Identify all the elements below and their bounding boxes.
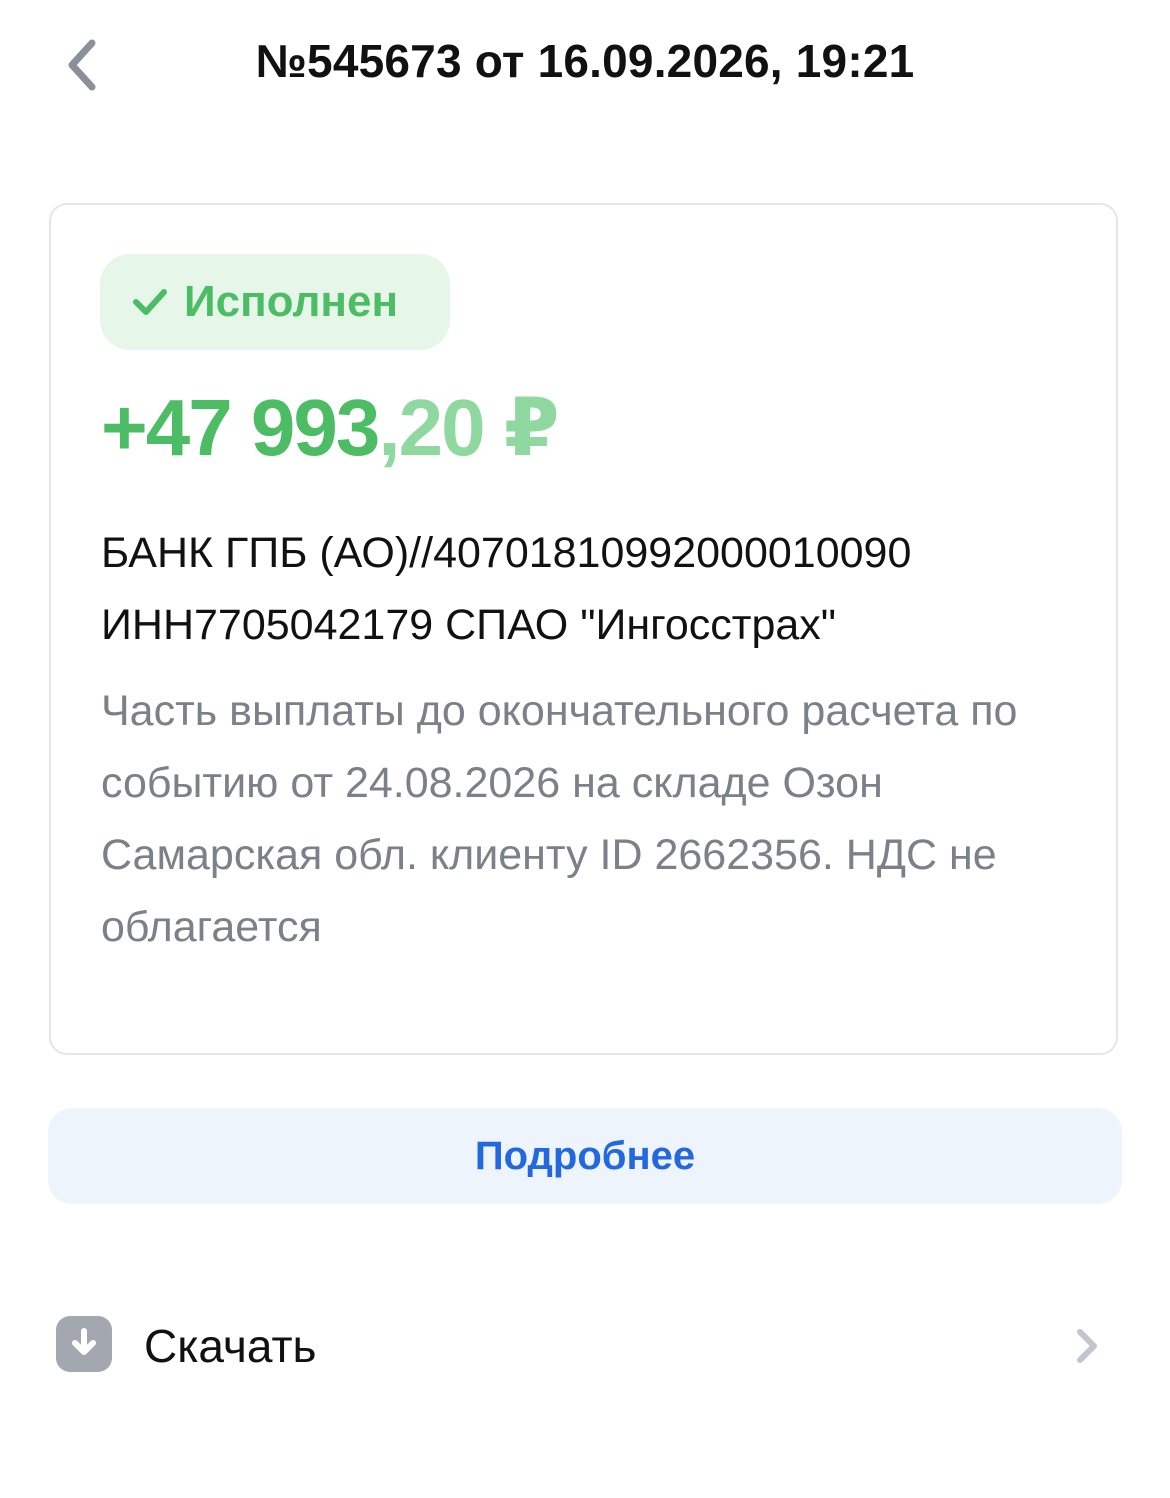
header: №545673 от 16.09.2026, 19:21 [0, 0, 1170, 130]
amount-fraction: ,20 [378, 383, 485, 472]
counterparty: БАНК ГПБ (АО)//40701810992000010090 ИНН7… [101, 517, 1101, 661]
payment-purpose: Часть выплаты до окончательного расчета … [101, 687, 1018, 951]
amount-integer: +47 993 [101, 383, 380, 472]
details-button[interactable]: Подробнее [48, 1108, 1122, 1204]
amount-currency: ₽ [503, 383, 560, 472]
counterparty-line-1: БАНК ГПБ (АО)//40701810992000010090 [101, 529, 912, 577]
transaction-card: Исполнен +47 993,20 ₽ БАНК ГПБ (АО)//407… [49, 203, 1118, 1055]
download-row[interactable]: Скачать [0, 1290, 1170, 1400]
status-badge: Исполнен [100, 254, 450, 350]
download-label: Скачать [144, 1320, 317, 1372]
check-icon [130, 282, 170, 322]
status-label: Исполнен [184, 277, 399, 326]
page-title: №545673 от 16.09.2026, 19:21 [255, 35, 915, 87]
download-icon [56, 1316, 112, 1372]
chevron-right-icon [1077, 1329, 1097, 1363]
transaction-amount: +47 993,20 ₽ [101, 381, 560, 474]
counterparty-line-2: ИНН7705042179 СПАО "Ингосстрах" [101, 601, 837, 649]
